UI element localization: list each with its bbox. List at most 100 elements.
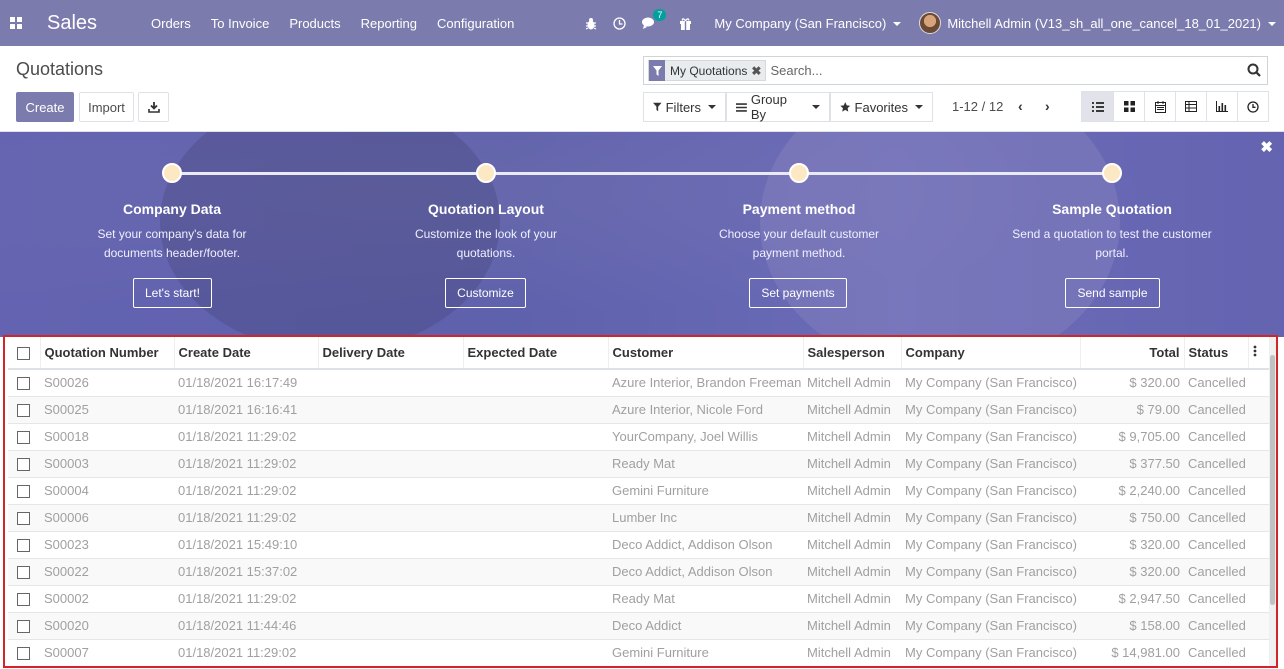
cell-delivery-date — [318, 368, 463, 396]
column-header-expected-date[interactable]: Expected Date — [462, 337, 608, 370]
menu-item-to-invoice[interactable]: To Invoice — [201, 16, 280, 31]
bug-icon[interactable] — [585, 17, 597, 30]
company-switcher[interactable]: My Company (San Francisco) — [714, 16, 902, 31]
cell-total: $ 750.00 — [1080, 503, 1184, 531]
cell-salesperson: Mitchell Admin — [803, 422, 901, 450]
row-checkbox[interactable] — [17, 539, 30, 553]
row-checkbox[interactable] — [17, 593, 30, 607]
chevron-down-icon — [708, 105, 716, 109]
graph-view-button[interactable] — [1206, 92, 1237, 121]
row-select-cell — [8, 584, 40, 612]
table-row[interactable]: S00026 01/18/2021 16:17:49 Azure Interior,… — [8, 368, 1274, 396]
menu-item-reporting[interactable]: Reporting — [351, 16, 427, 31]
column-header-create-date[interactable]: Create Date — [173, 337, 318, 370]
column-header-company[interactable]: Company — [900, 337, 1080, 370]
search-input[interactable] — [770, 63, 1231, 78]
clock-icon[interactable] — [613, 16, 627, 30]
table-row[interactable]: S00004 01/18/2021 11:29:02 Gemini Furnitur… — [8, 476, 1274, 504]
import-button[interactable]: Import — [79, 92, 134, 122]
favorites-dropdown[interactable]: Favorites — [830, 92, 933, 122]
cell-delivery-date — [318, 530, 463, 558]
create-button[interactable]: Create — [16, 92, 74, 122]
row-checkbox[interactable] — [17, 485, 30, 499]
cell-salesperson: Mitchell Admin — [803, 395, 901, 423]
menu-item-products[interactable]: Products — [279, 16, 350, 31]
step-dot — [476, 163, 496, 183]
list-view-button[interactable] — [1082, 92, 1113, 121]
menu-item-configuration[interactable]: Configuration — [427, 16, 524, 31]
column-header-salesperson[interactable]: Salesperson — [802, 337, 901, 370]
cell-salesperson: Mitchell Admin — [803, 611, 901, 639]
table-row[interactable]: S00018 01/18/2021 11:29:02 YourCompany, Jo… — [8, 422, 1274, 450]
table-row[interactable]: S00006 01/18/2021 11:29:02 Lumber Inc Mitch… — [8, 503, 1274, 531]
user-menu[interactable]: Mitchell Admin (V13_sh_all_one_cancel_18… — [947, 16, 1276, 31]
row-checkbox[interactable] — [17, 377, 30, 391]
cell-salesperson: Mitchell Admin — [803, 557, 901, 585]
column-header-delivery-date[interactable]: Delivery Date — [317, 337, 463, 370]
pager-previous-icon[interactable]: ‹ — [1018, 98, 1023, 114]
row-checkbox[interactable] — [17, 458, 30, 472]
pivot-view-button[interactable] — [1175, 92, 1206, 121]
chevron-down-icon — [1268, 22, 1276, 27]
download-button[interactable] — [138, 92, 169, 122]
groupby-dropdown[interactable]: Group By — [726, 92, 830, 122]
table-row[interactable]: S00007 01/18/2021 11:29:02 Gemini Furnitur… — [8, 638, 1274, 666]
lets-start-button[interactable]: Let's start! — [133, 278, 212, 308]
table-row[interactable]: S00020 01/18/2021 11:44:46 Deco Addict Mitc… — [8, 611, 1274, 639]
cell-create-date: 01/18/2021 15:49:10 — [174, 530, 318, 558]
row-checkbox[interactable] — [17, 566, 30, 580]
chat-icon[interactable]: 7 — [642, 8, 667, 30]
column-header-total[interactable]: Total — [1079, 337, 1184, 370]
avatar[interactable] — [919, 12, 942, 34]
pager-value[interactable]: 1-12 / 12 — [952, 99, 1003, 114]
kanban-icon — [1123, 101, 1135, 112]
table-row[interactable]: S00025 01/18/2021 16:16:41 Azure Interior,… — [8, 395, 1274, 423]
row-checkbox[interactable] — [17, 620, 30, 634]
row-select-cell — [8, 611, 40, 639]
facet-label: My Quotations — [670, 63, 748, 78]
column-header-quotation-number[interactable]: Quotation Number — [39, 337, 174, 370]
step-description: Send a quotation to test the customer po… — [1012, 227, 1212, 260]
kanban-view-button[interactable] — [1113, 92, 1144, 121]
table-row[interactable]: S00023 01/18/2021 15:49:10 Deco Addict, Ad… — [8, 530, 1274, 558]
row-checkbox[interactable] — [17, 404, 30, 418]
calendar-view-button[interactable] — [1144, 92, 1175, 121]
select-all-checkbox[interactable] — [17, 347, 30, 361]
cell-salesperson: Mitchell Admin — [803, 368, 901, 396]
set-payments-button[interactable]: Set payments — [749, 278, 847, 308]
row-checkbox[interactable] — [17, 431, 30, 445]
quotations-table: Quotation Number Create Date Delivery Da… — [8, 337, 1274, 666]
column-header-status[interactable]: Status — [1183, 337, 1248, 370]
cell-company: My Company (San Francisco) — [901, 503, 1080, 531]
cell-salesperson: Mitchell Admin — [803, 503, 901, 531]
activity-view-button[interactable] — [1237, 92, 1268, 121]
row-checkbox[interactable] — [17, 512, 30, 526]
cell-total: $ 320.00 — [1080, 557, 1184, 585]
cell-status: Cancelled — [1184, 611, 1248, 639]
cell-salesperson: Mitchell Admin — [803, 476, 901, 504]
scrollbar[interactable] — [1269, 337, 1276, 666]
activity-icon — [1247, 100, 1259, 113]
apps-menu-icon[interactable] — [0, 0, 32, 46]
cell-customer: Lumber Inc — [608, 503, 803, 531]
search-icon[interactable] — [1247, 63, 1261, 80]
customize-button[interactable]: Customize — [445, 278, 526, 308]
gift-icon[interactable] — [679, 17, 692, 30]
close-icon[interactable]: ✖ — [1260, 138, 1273, 156]
menu-item-orders[interactable]: Orders — [141, 16, 201, 31]
table-row[interactable]: S00002 01/18/2021 11:29:02 Ready Mat Mitche… — [8, 584, 1274, 612]
row-checkbox[interactable] — [17, 647, 30, 661]
column-header-customer[interactable]: Customer — [607, 337, 803, 370]
pager-next-icon[interactable]: › — [1045, 98, 1050, 114]
table-row[interactable]: S00003 01/18/2021 11:29:02 Ready Mat Mitche… — [8, 449, 1274, 477]
cell-status: Cancelled — [1184, 584, 1248, 612]
table-row[interactable]: S00022 01/18/2021 15:37:02 Deco Addict, Ad… — [8, 557, 1274, 585]
send-sample-button[interactable]: Send sample — [1065, 278, 1160, 308]
favorites-label: Favorites — [854, 99, 908, 115]
facet-remove-icon[interactable]: ✖ — [751, 64, 761, 78]
app-name[interactable]: Sales — [47, 12, 97, 35]
chevron-down-icon — [812, 105, 820, 109]
cell-expected-date — [463, 476, 608, 504]
cell-status: Cancelled — [1184, 476, 1248, 504]
filters-dropdown[interactable]: Filters — [643, 92, 726, 122]
